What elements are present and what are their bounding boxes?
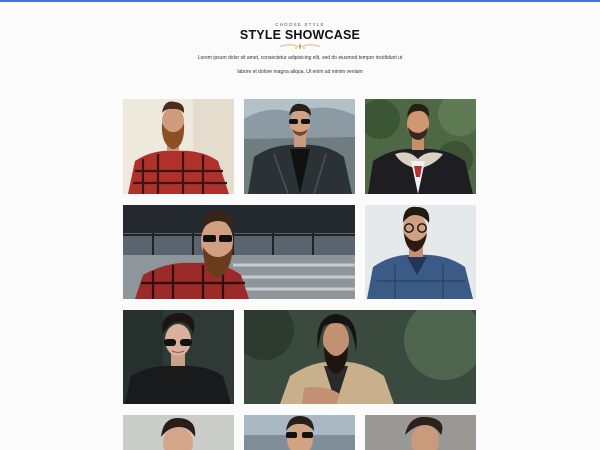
photo-bearded-man-sunglasses-plaid-wide[interactable] [123,205,355,299]
photo-man-sunglasses-partial[interactable] [244,415,355,450]
photo-long-haired-man-beige-blazer-wide[interactable] [244,310,476,404]
photo-man-glasses-denim-jacket[interactable] [365,205,476,299]
photo-gallery [0,0,600,450]
photo-bearded-man-red-plaid-shirt[interactable] [123,99,234,194]
photo-man-partial-left[interactable] [123,415,234,450]
photo-man-sunglasses-dark-portrait[interactable] [123,310,234,404]
photo-man-shearling-jacket-forest[interactable] [365,99,476,194]
photo-man-partial-right[interactable] [365,415,476,450]
photo-man-sunglasses-leather-jacket[interactable] [244,99,355,194]
